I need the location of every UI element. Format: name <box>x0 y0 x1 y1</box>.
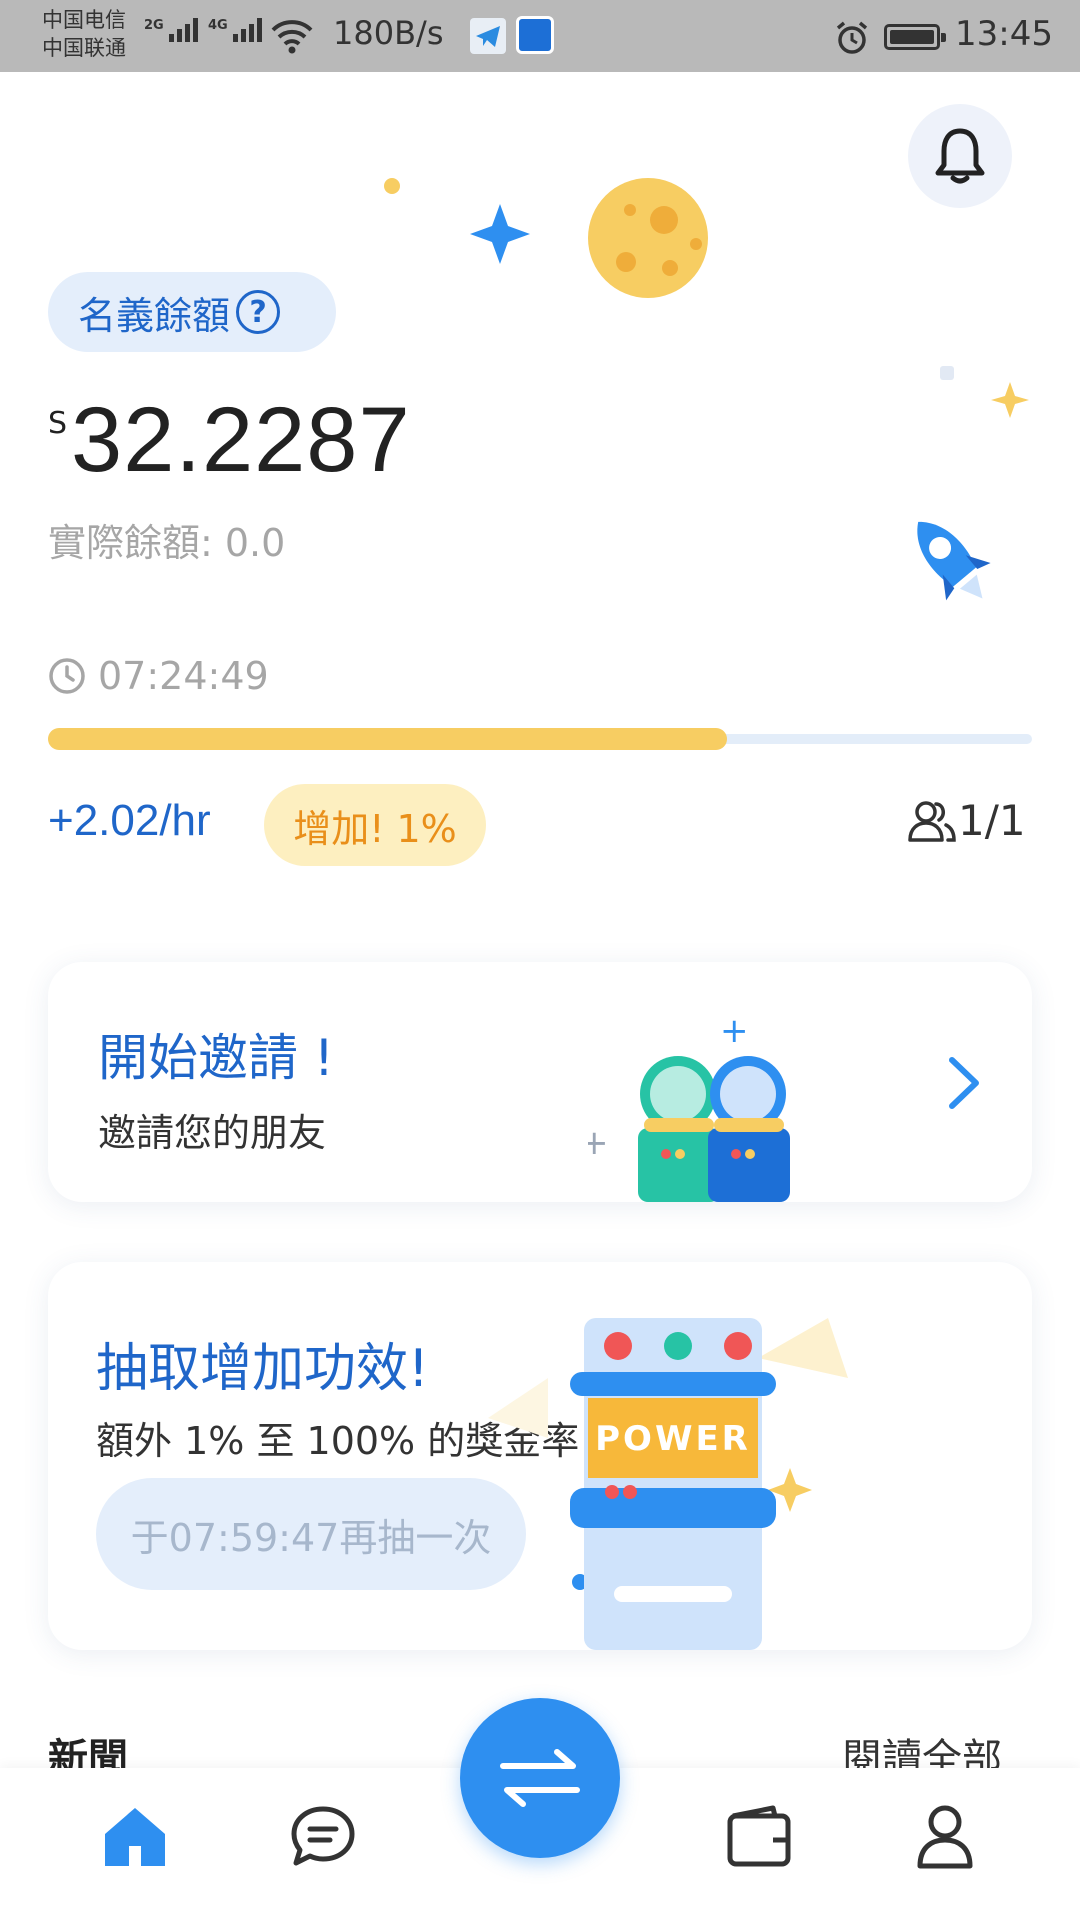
telegram-app-icon <box>470 18 506 54</box>
power-title: 抽取增加功效! <box>96 1339 429 1399</box>
actual-balance: 實際餘額: 0.0 <box>48 521 286 565</box>
tab-wallet[interactable] <box>719 1796 799 1876</box>
members-value: 1/1 <box>958 796 1026 845</box>
carrier-names: 中国电信 中国联通 <box>42 6 126 62</box>
balance-amount: S 32.2287 <box>48 390 411 490</box>
chat-icon <box>291 1806 355 1866</box>
balance-value: 32.2287 <box>71 389 411 491</box>
tab-chat[interactable] <box>283 1796 363 1876</box>
earning-rate: +2.02/hr <box>48 796 211 845</box>
clock-icon <box>49 658 85 694</box>
boost-badge: 增加! 1% <box>264 784 486 866</box>
carrier-2: 中国联通 <box>42 36 126 60</box>
swap-button[interactable] <box>460 1698 620 1858</box>
wifi-icon <box>270 18 314 58</box>
status-bar: 中国电信 中国联通 2G 4G 180B/s 13:45 <box>0 0 1080 72</box>
power-machine-label: POWER <box>595 1419 751 1459</box>
astronauts-illustration: + + <box>588 1018 790 1202</box>
net-speed: 180B/s <box>333 14 444 52</box>
profile-icon <box>917 1805 973 1869</box>
alarm-icon <box>834 20 870 60</box>
power-draw-card: 抽取增加功效! 額外 1% 至 100% 的獎金率 于07:59:47再抽一次 … <box>48 1262 1032 1650</box>
session-timer: 07:24:49 <box>48 654 269 698</box>
swap-icon <box>500 1749 580 1807</box>
tab-profile[interactable] <box>905 1796 985 1876</box>
nominal-balance-label: 名義餘額 <box>78 293 231 338</box>
star-decoration <box>940 366 1029 418</box>
help-icon[interactable]: ? <box>236 290 281 334</box>
home-icon <box>105 1808 165 1866</box>
users-icon <box>908 800 956 842</box>
timer-value: 07:24:49 <box>98 654 269 698</box>
chevron-right-icon[interactable] <box>944 1054 984 1112</box>
carrier-1: 中国电信 <box>42 8 126 32</box>
invite-subtitle: 邀請您的朋友 <box>98 1111 327 1155</box>
nominal-balance-chip[interactable]: 名義餘額 ? <box>48 272 336 352</box>
bell-icon <box>935 128 985 184</box>
bank-app-icon <box>516 16 554 54</box>
signal-icon: 4G <box>208 18 262 42</box>
rocket-icon <box>917 521 991 601</box>
power-machine-illustration: POWER <box>488 1318 848 1650</box>
session-progress-bar <box>48 728 1032 750</box>
svg-text:+: + <box>588 1123 609 1163</box>
session-progress-fill <box>48 728 727 750</box>
signal-icon: 2G <box>144 18 198 42</box>
draw-again-button[interactable]: 于07:59:47再抽一次 <box>96 1478 526 1590</box>
moon-decoration <box>384 178 708 298</box>
currency-symbol: S <box>48 406 68 441</box>
notification-button[interactable] <box>908 104 1012 208</box>
invite-card[interactable]: 開始邀請 ! 邀請您的朋友 + + <box>48 962 1032 1202</box>
clock-time: 13:45 <box>955 14 1053 54</box>
invite-title: 開始邀請 ! <box>98 1029 334 1087</box>
tab-home[interactable] <box>95 1796 175 1876</box>
battery-icon <box>884 24 946 50</box>
svg-text:+: + <box>720 1018 749 1051</box>
members-count[interactable]: 1/1 <box>906 796 1026 845</box>
wallet-icon <box>727 1805 791 1867</box>
